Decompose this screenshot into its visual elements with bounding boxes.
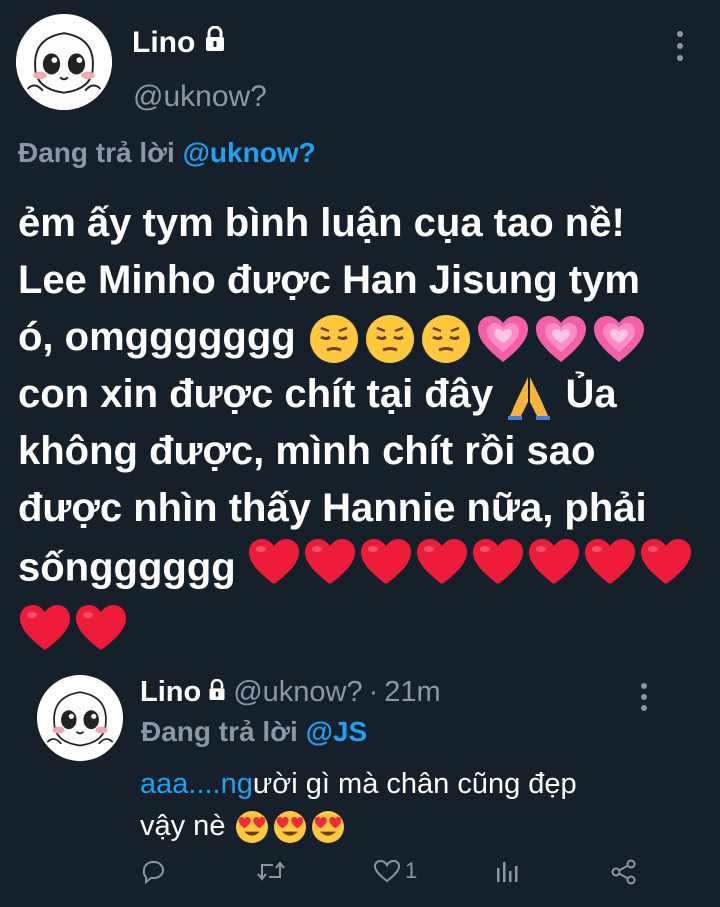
replying-prefix: Đang trả lời [18,137,175,168]
reply-line: aaa....người gì mà chân cũng đẹp [140,763,577,805]
red-heart-emoji [527,537,581,603]
reply-handle[interactable]: @uknow? [233,676,362,709]
reply-avatar[interactable] [37,675,123,761]
replying-mention-link[interactable]: @uknow? [183,137,316,168]
tweet-line-text: con xin được chít tại đây [18,372,494,417]
like-count: 1 [405,858,418,883]
reply-action[interactable] [140,858,166,884]
red-heart-emoji [583,537,637,603]
red-heart-emoji [639,537,693,603]
reply-text: aaa....người gì mà chân cũng đẹp vậy nè [140,763,577,847]
tweet-line [18,603,708,669]
red-heart-emoji [471,537,525,603]
share-icon [610,858,638,886]
reply-display-name[interactable]: Lino [140,676,201,709]
reply-link-text[interactable]: aaa....ng [140,768,253,800]
red-heart-emoji [18,603,72,669]
pensive-face-emoji [421,315,470,364]
growing-heart-emoji [535,316,586,363]
reply-timestamp[interactable]: 21m [384,676,440,709]
retweet-action[interactable] [256,858,286,884]
display-name[interactable]: Lino [132,25,227,60]
analytics-icon [494,858,520,884]
growing-heart-emoji [477,316,528,363]
emoji-group [307,312,647,366]
emoji-group [247,537,693,603]
tweet-text: ẻm ấy tym bình luận cụa tao nề! Lee Minh… [18,195,708,669]
reply-replying-to: Đang trả lời @JS [141,716,367,748]
reply-line: vậy nè [140,805,577,847]
tweet-line: ẻm ấy tym bình luận cụa tao nề! [18,201,625,245]
folded-hands-emoji [508,376,551,420]
tweet-line: ó, omggggggg [18,309,708,366]
red-heart-emoji [303,537,357,603]
avatar-image [37,675,123,761]
red-heart-emoji [74,603,128,669]
tweet-line: sốngggggg [18,537,708,603]
red-heart-emoji [247,537,301,603]
display-name-label: Lino [132,26,196,59]
reply-line-text: ười gì mà chân cũng đẹp [252,768,577,800]
pensive-face-emoji [365,315,414,364]
retweet-icon [256,858,286,884]
reply-meta: Lino @uknow? · 21m [140,676,441,709]
tweet-line: con xin được chít tại đây Ủa [18,366,708,423]
heart-outline-icon [373,858,401,884]
reply-line-text: vậy nè [140,810,226,842]
like-action[interactable]: 1 [373,858,417,884]
analytics-action[interactable] [494,858,520,884]
red-heart-emoji [359,537,413,603]
avatar-image [16,14,112,110]
tweet-line-text: ó, omggggggg [18,315,296,359]
user-handle[interactable]: @uknow? [133,80,267,114]
tweet-line-text: Ủa [565,372,617,417]
emoji-group [234,809,346,845]
comment-icon [140,858,166,884]
replying-to: Đang trả lời @uknow? [18,137,316,169]
tweet-line: không được, mình chít rồi sao [18,429,596,474]
emoji-group [18,603,128,669]
tweet-line: được nhìn thấy Hannie nữa, phải [18,486,647,531]
heart-eyes-emoji [235,811,268,844]
pensive-face-emoji [309,315,358,364]
growing-heart-emoji [593,316,644,363]
tweet-line: Lee Minho được Han Jisung tym [18,258,640,302]
share-action[interactable] [610,858,638,886]
lock-icon [203,25,227,60]
tweet-line-text: sốngggggg [18,546,236,590]
more-vertical-icon[interactable] [634,683,654,711]
heart-eyes-emoji [311,811,344,844]
replying-mention-link[interactable]: @JS [306,716,368,747]
separator-dot: · [368,676,379,708]
lock-icon [207,676,227,709]
action-bar: 1 [140,858,660,898]
heart-eyes-emoji [273,811,306,844]
red-heart-emoji [415,537,469,603]
more-vertical-icon[interactable] [670,31,690,61]
replying-prefix: Đang trả lời [141,716,298,747]
avatar[interactable] [16,14,112,110]
